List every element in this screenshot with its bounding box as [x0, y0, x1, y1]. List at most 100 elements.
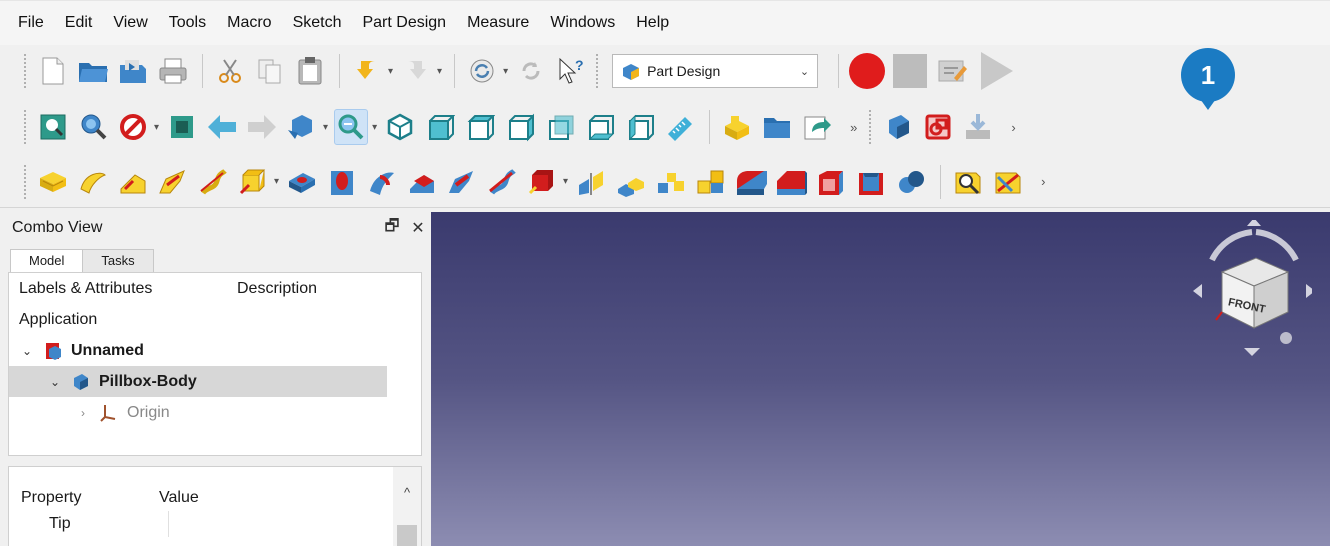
additive-box-icon[interactable]: [236, 164, 270, 200]
tree-item-unnamed[interactable]: ⌄ Unnamed: [9, 335, 421, 366]
chevron-down-icon[interactable]: ⌄: [45, 375, 65, 389]
polar-pattern-icon[interactable]: [654, 164, 688, 200]
rotate-left-arrow-icon[interactable]: [1209, 229, 1253, 262]
new-document-icon[interactable]: [36, 53, 70, 89]
toolbar-overflow-icon-3[interactable]: ›: [1041, 174, 1045, 189]
tree-item-origin[interactable]: › Origin: [9, 397, 421, 428]
group-icon[interactable]: [760, 109, 794, 145]
additive-loft-icon[interactable]: [116, 164, 150, 200]
save-icon[interactable]: [116, 53, 150, 89]
run-macro-icon[interactable]: [981, 52, 1014, 90]
property-row[interactable]: Tip: [9, 511, 421, 537]
navcube-menu-icon[interactable]: [1280, 332, 1292, 344]
toolbar-grip[interactable]: [24, 54, 28, 88]
boolean-icon[interactable]: [894, 164, 928, 200]
edit-macro-icon[interactable]: [935, 53, 969, 89]
toolbar-grip[interactable]: [24, 164, 28, 199]
navigation-cube[interactable]: FRONT: [1192, 220, 1312, 360]
menu-view[interactable]: View: [113, 14, 147, 32]
measure-distance-icon[interactable]: [663, 109, 697, 145]
refresh-icon[interactable]: [465, 53, 499, 89]
back-icon[interactable]: [205, 109, 239, 145]
part-icon[interactable]: [720, 109, 754, 145]
stop-macro-icon[interactable]: [893, 54, 928, 88]
menu-tools[interactable]: Tools: [169, 14, 206, 32]
pocket-icon[interactable]: [285, 164, 319, 200]
arrow-right-icon[interactable]: [1306, 284, 1312, 298]
hole-icon[interactable]: [325, 164, 359, 200]
copy-icon[interactable]: [253, 53, 287, 89]
fit-selection-icon[interactable]: [76, 109, 110, 145]
thickness-icon[interactable]: [854, 164, 888, 200]
measure-linear-icon[interactable]: [951, 164, 985, 200]
std-views-icon[interactable]: [285, 109, 319, 145]
print-icon[interactable]: [156, 53, 190, 89]
tab-model[interactable]: Model: [10, 249, 84, 272]
menu-measure[interactable]: Measure: [467, 14, 529, 32]
redo-dropdown-icon[interactable]: ▾: [437, 66, 442, 77]
menu-part-design[interactable]: Part Design: [362, 14, 446, 32]
measure-angular-icon[interactable]: [991, 164, 1025, 200]
create-sketch-icon[interactable]: [921, 109, 955, 145]
draw-style-dropdown-icon[interactable]: ▾: [154, 122, 159, 133]
chevron-up-icon[interactable]: ^: [393, 485, 421, 500]
additive-helix-icon[interactable]: [196, 164, 230, 200]
rotate-right-arrow-icon[interactable]: [1255, 229, 1299, 262]
cut-icon[interactable]: [213, 53, 247, 89]
menu-macro[interactable]: Macro: [227, 14, 271, 32]
isometric-icon[interactable]: [383, 109, 417, 145]
groove-icon[interactable]: [365, 164, 399, 200]
tree-item-pillbox-body[interactable]: ⌄ Pillbox-Body: [9, 366, 387, 397]
value-column-header[interactable]: Value: [159, 489, 199, 507]
whats-this-icon[interactable]: ?: [554, 53, 588, 89]
menu-sketch[interactable]: Sketch: [293, 14, 342, 32]
arrow-up-icon[interactable]: [1247, 220, 1261, 226]
link-icon[interactable]: [800, 109, 834, 145]
property-scrollbar[interactable]: ^: [393, 467, 421, 546]
left-view-icon[interactable]: [623, 109, 657, 145]
3d-viewport[interactable]: FRONT: [431, 212, 1330, 546]
subtractive-helix-icon[interactable]: [485, 164, 519, 200]
open-folder-icon[interactable]: [76, 53, 110, 89]
toolbar-overflow-icon[interactable]: »: [850, 120, 857, 135]
rear-view-icon[interactable]: [543, 109, 577, 145]
subtractive-box-icon[interactable]: [525, 164, 559, 200]
undo-dropdown-icon[interactable]: ▾: [388, 66, 393, 77]
zoom-icon[interactable]: [334, 109, 369, 145]
import-icon[interactable]: [961, 109, 995, 145]
property-column-header[interactable]: Property: [9, 489, 159, 507]
subtractive-primitive-dropdown-icon[interactable]: ▾: [563, 176, 568, 187]
workbench-selector[interactable]: Part Design ⌄: [612, 54, 819, 88]
menu-help[interactable]: Help: [636, 14, 669, 32]
menu-windows[interactable]: Windows: [550, 14, 615, 32]
labels-attributes-header[interactable]: Labels & Attributes: [9, 280, 231, 298]
tab-tasks[interactable]: Tasks: [82, 249, 154, 272]
toolbar-grip[interactable]: [24, 110, 28, 144]
top-view-icon[interactable]: [463, 109, 497, 145]
toolbar-grip[interactable]: [869, 110, 873, 144]
toolbar-overflow-icon-2[interactable]: ›: [1011, 120, 1015, 135]
menu-edit[interactable]: Edit: [65, 14, 93, 32]
additive-primitive-dropdown-icon[interactable]: ▾: [274, 176, 279, 187]
close-icon[interactable]: ✕: [405, 218, 431, 238]
bottom-view-icon[interactable]: [583, 109, 617, 145]
forward-icon[interactable]: [245, 109, 279, 145]
refresh-dropdown-icon[interactable]: ▾: [503, 66, 508, 77]
chevron-down-icon[interactable]: ⌄: [17, 344, 37, 358]
front-view-icon[interactable]: [423, 109, 457, 145]
draft-icon[interactable]: [814, 164, 848, 200]
right-view-icon[interactable]: [503, 109, 537, 145]
bounding-box-icon[interactable]: [165, 109, 199, 145]
undo-icon[interactable]: [350, 53, 384, 89]
std-views-dropdown-icon[interactable]: ▾: [323, 122, 328, 133]
arrow-down-icon[interactable]: [1244, 348, 1260, 356]
paste-icon[interactable]: [293, 53, 327, 89]
chamfer-icon[interactable]: [774, 164, 808, 200]
fillet-icon[interactable]: [734, 164, 768, 200]
record-macro-icon[interactable]: [849, 53, 886, 89]
additive-pipe-icon[interactable]: [156, 164, 190, 200]
menu-file[interactable]: File: [18, 14, 44, 32]
scrollbar-thumb[interactable]: [397, 525, 417, 546]
description-header[interactable]: Description: [231, 280, 317, 298]
subtractive-pipe-icon[interactable]: [445, 164, 479, 200]
